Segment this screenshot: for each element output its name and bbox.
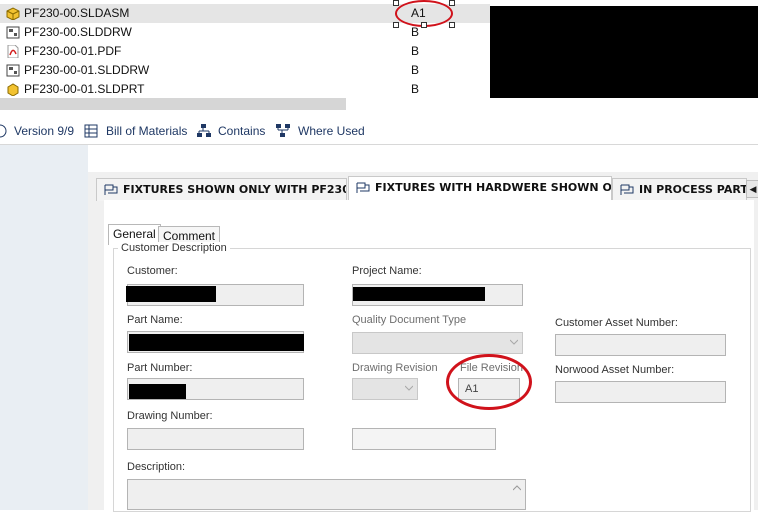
- drawing-revision-select[interactable]: [352, 378, 418, 400]
- redaction-box: [353, 287, 485, 301]
- tree-up-icon: [276, 124, 290, 137]
- file-row[interactable]: PF230-00-01.SLDDRW B: [0, 61, 490, 80]
- table-icon: [84, 124, 98, 138]
- customer-asset-number-label: Customer Asset Number:: [555, 317, 678, 329]
- description-field[interactable]: [127, 479, 526, 510]
- drawing-revision-label: Drawing Revision: [352, 362, 438, 374]
- contains-tab[interactable]: Contains: [197, 123, 267, 139]
- quality-document-type-select[interactable]: [352, 332, 523, 354]
- file-revision-highlight-circle: [446, 354, 532, 410]
- part-name-label: Part Name:: [127, 314, 183, 326]
- contains-label: Contains: [218, 124, 266, 138]
- selection-handle[interactable]: [393, 22, 399, 28]
- preview-panel: [490, 6, 758, 98]
- fixture-icon: [104, 184, 118, 195]
- customer-label: Customer:: [127, 265, 178, 277]
- fixture-icon: [620, 184, 634, 195]
- selection-handle[interactable]: [393, 0, 399, 6]
- part-number-label: Part Number:: [127, 362, 193, 374]
- file-revision: B: [411, 82, 420, 96]
- redaction-box: [129, 384, 186, 399]
- file-name: PF230-00-01.PDF: [24, 44, 122, 58]
- project-name-field[interactable]: [352, 284, 523, 306]
- selection-handle[interactable]: [421, 22, 427, 28]
- tab-fixtures-with-hardware[interactable]: FIXTURES WITH HARDWERE SHOWN ONLY: [348, 176, 612, 201]
- part-name-field[interactable]: [127, 331, 304, 353]
- toolbar: Version 9/9 Bill of Materials Contains W…: [0, 118, 758, 145]
- version-icon: [0, 124, 7, 138]
- horizontal-scrollbar[interactable]: [0, 98, 346, 110]
- where-used-tab[interactable]: Where Used: [276, 123, 366, 139]
- redaction-box: [126, 286, 216, 302]
- bill-of-materials-tab[interactable]: Bill of Materials: [84, 123, 189, 139]
- customer-field[interactable]: [126, 284, 304, 306]
- where-used-label: Where Used: [298, 124, 365, 138]
- tab-in-process-parts[interactable]: IN PROCESS PARTS: [612, 178, 747, 201]
- tab-label: FIXTURES SHOWN ONLY WITH PF230-05: [123, 183, 347, 196]
- norwood-asset-number-label: Norwood Asset Number:: [555, 364, 675, 376]
- file-name: PF230-00.SLDASM: [24, 6, 130, 20]
- file-row[interactable]: PF230-00-01.SLDPRT B: [0, 80, 490, 99]
- tab-label: IN PROCESS PARTS: [639, 183, 747, 196]
- selection-handle[interactable]: [449, 0, 455, 6]
- tab-scroll-left-button[interactable]: ◀: [746, 180, 758, 198]
- version-tab[interactable]: Version 9/9: [0, 123, 80, 139]
- norwood-asset-number-field[interactable]: [555, 381, 726, 403]
- chevron-up-icon[interactable]: [513, 485, 521, 491]
- bom-label: Bill of Materials: [106, 124, 188, 138]
- drawing-number-field[interactable]: [127, 428, 304, 450]
- customer-asset-number-field[interactable]: [555, 334, 726, 356]
- assembly-icon: [6, 7, 20, 20]
- selection-handle[interactable]: [449, 22, 455, 28]
- drawing-number-label: Drawing Number:: [127, 410, 213, 422]
- fixture-icon: [356, 182, 370, 193]
- chevron-left-icon: ◀: [749, 184, 757, 194]
- file-name: PF230-00-01.SLDPRT: [24, 82, 145, 96]
- redaction-box: [129, 334, 304, 351]
- file-revision: B: [411, 63, 420, 77]
- chevron-down-icon: [510, 339, 518, 345]
- part-number-field[interactable]: [127, 378, 304, 400]
- drawing-icon: [6, 64, 20, 77]
- quality-document-type-label: Quality Document Type: [352, 314, 467, 326]
- file-name: PF230-00.SLDDRW: [24, 25, 132, 39]
- tree-icon: [197, 124, 211, 137]
- version-label: Version 9/9: [14, 124, 75, 138]
- file-revision: B: [411, 44, 420, 58]
- drawing-number-extra-field[interactable]: [352, 428, 496, 450]
- pdf-icon: [7, 45, 19, 58]
- drawing-icon: [6, 26, 20, 39]
- file-name: PF230-00-01.SLDDRW: [24, 63, 150, 77]
- file-row[interactable]: PF230-00-01.PDF B: [0, 42, 490, 61]
- left-gutter: [0, 145, 88, 510]
- blank-strip: [0, 145, 758, 172]
- chevron-down-icon: [405, 385, 413, 391]
- part-icon: [7, 83, 19, 96]
- description-label: Description:: [127, 461, 186, 473]
- tab-fixtures-shown-only[interactable]: FIXTURES SHOWN ONLY WITH PF230-05: [96, 178, 347, 201]
- group-title: Customer Description: [118, 242, 230, 254]
- project-name-label: Project Name:: [352, 265, 422, 277]
- tab-label: FIXTURES WITH HARDWERE SHOWN ONLY: [375, 181, 612, 194]
